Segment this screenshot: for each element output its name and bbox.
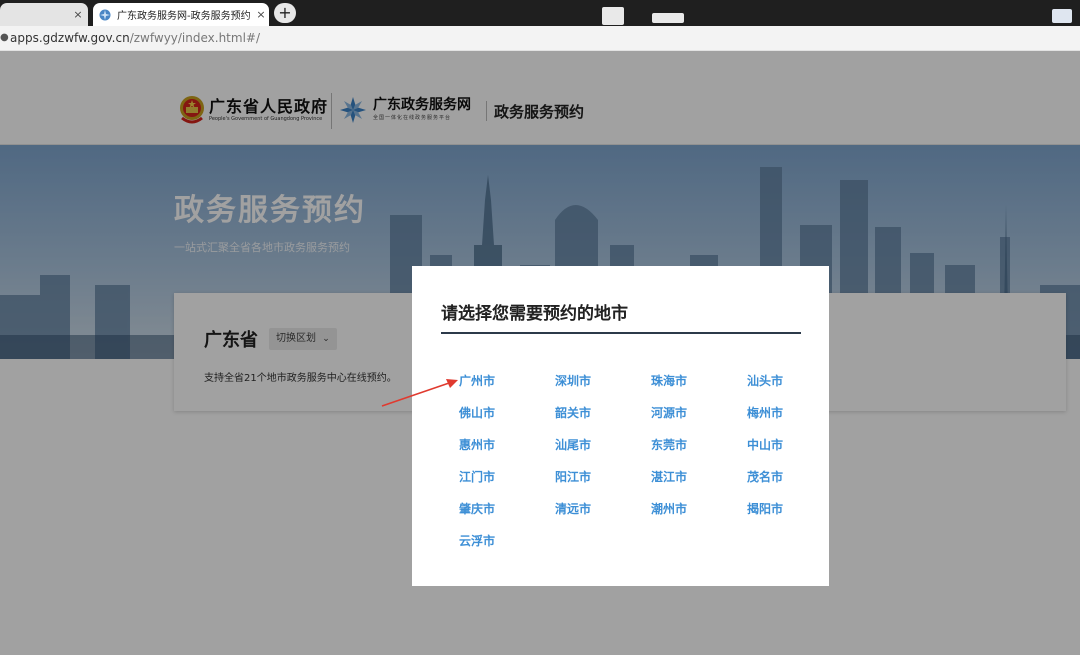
city-link[interactable]: 汕尾市 [555, 436, 651, 468]
tab-close-icon[interactable]: × [253, 8, 269, 21]
city-link[interactable]: 汕头市 [747, 372, 843, 404]
browser-tab-active[interactable]: 广东政务服务网-政务服务预约 × [93, 3, 269, 26]
site-favicon-icon [99, 9, 111, 20]
city-grid: 广州市 深圳市 珠海市 汕头市佛山市 韶关市 河源市 梅州市惠州市 汕尾市 东莞市 中山市江门市阳… [459, 372, 843, 564]
city-link[interactable]: 梅州市 [747, 404, 843, 436]
browser-tab-bar: × 广东政务服务网-政务服务预约 × + [0, 0, 1080, 26]
city-link[interactable]: 珠海市 [651, 372, 747, 404]
city-link[interactable]: 揭阳市 [747, 500, 843, 532]
tab-close-icon[interactable]: × [70, 8, 86, 21]
url-path: /zwfwyy/index.html#/ [129, 31, 261, 45]
window-icon [602, 7, 624, 25]
profile-icon[interactable] [1052, 9, 1072, 23]
city-link[interactable]: 广州市 [459, 372, 555, 404]
city-link[interactable]: 潮州市 [651, 500, 747, 532]
city-link[interactable]: 河源市 [651, 404, 747, 436]
city-link[interactable]: 肇庆市 [459, 500, 555, 532]
address-bar[interactable]: ● apps.gdzwfw.gov.cn/zwfwyy/index.html#/ [0, 26, 1080, 51]
city-link[interactable]: 云浮市 [459, 532, 555, 564]
city-link[interactable]: 江门市 [459, 468, 555, 500]
city-link[interactable]: 茂名市 [747, 468, 843, 500]
city-link[interactable]: 中山市 [747, 436, 843, 468]
city-select-modal: 请选择您需要预约的地市 广州市 深圳市 珠海市 汕头市 佛山市 韶关市 河源市 梅州市 惠州市汕… [412, 266, 829, 586]
city-link[interactable]: 清远市 [555, 500, 651, 532]
new-tab-button[interactable]: + [274, 3, 296, 23]
lock-icon: ● [0, 32, 9, 43]
browser-tab-inactive[interactable]: × [0, 3, 88, 26]
url-text[interactable]: apps.gdzwfw.gov.cn/zwfwyy/index.html#/ [10, 31, 260, 45]
tab-title: 广东政务服务网-政务服务预约 [117, 11, 251, 22]
window-icon [652, 13, 684, 23]
page-content: 广东省人民政府 People's Government of Guangdong… [0, 51, 1080, 655]
city-link[interactable]: 惠州市 [459, 436, 555, 468]
city-link[interactable]: 韶关市 [555, 404, 651, 436]
modal-title-underline [441, 332, 801, 334]
city-link[interactable]: 阳江市 [555, 468, 651, 500]
city-link[interactable]: 佛山市 [459, 404, 555, 436]
url-host: apps.gdzwfw.gov.cn [10, 31, 130, 45]
city-link[interactable]: 深圳市 [555, 372, 651, 404]
modal-title: 请选择您需要预约的地市 [441, 304, 628, 324]
city-link[interactable]: 东莞市 [651, 436, 747, 468]
city-link[interactable]: 湛江市 [651, 468, 747, 500]
